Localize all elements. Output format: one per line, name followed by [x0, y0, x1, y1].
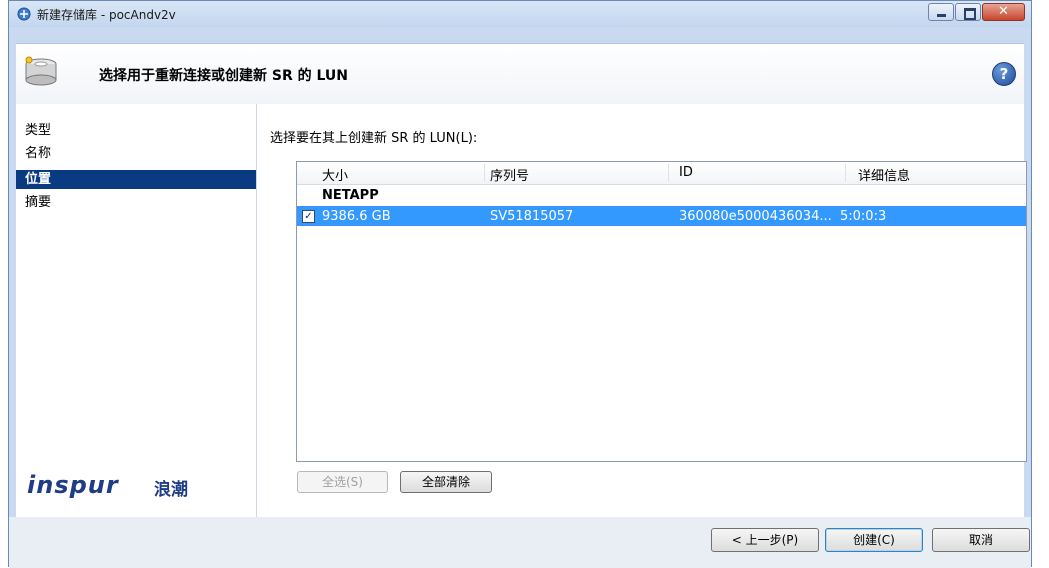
- table-row[interactable]: ✓ 9386.6 GB SV51815057 360080e5000436034…: [297, 206, 1026, 226]
- minimize-button[interactable]: [928, 3, 954, 21]
- step-item-summary[interactable]: 摘要: [25, 193, 256, 212]
- lun-list[interactable]: 大小 序列号 ID 详细信息 NETAPP ✓ 9386.6 GB SV5181…: [296, 161, 1027, 462]
- wizard-steps-sidebar: 类型 名称 位置 摘要 inspur 浪潮: [16, 104, 257, 517]
- column-header-size[interactable]: 大小: [322, 165, 348, 184]
- create-button[interactable]: 创建(C): [825, 528, 923, 552]
- title-bar[interactable]: 新建存储库 - pocAndv2v ✕: [9, 1, 1031, 27]
- column-header-row: 大小 序列号 ID 详细信息: [297, 162, 1026, 185]
- close-button[interactable]: ✕: [982, 3, 1025, 21]
- maximize-button[interactable]: [955, 3, 981, 21]
- select-all-button[interactable]: 全选(S): [297, 471, 388, 493]
- inspur-logo-cn: 浪潮: [154, 480, 188, 500]
- lun-group-header: NETAPP: [297, 185, 1026, 205]
- cell-details: 5:0:0:3: [840, 209, 887, 224]
- window-controls: ✕: [927, 3, 1025, 22]
- back-button[interactable]: < 上一步(P): [711, 528, 819, 552]
- wizard-footer: < 上一步(P) 创建(C) 取消: [9, 517, 1031, 568]
- new-sr-wizard-window: 新建存储库 - pocAndv2v ✕ 选择用于重新连接或创建新 SR 的 LU…: [8, 0, 1032, 568]
- lun-instruction-label: 选择要在其上创建新 SR 的 LUN(L):: [270, 131, 478, 146]
- storage-disk-icon: [25, 56, 57, 86]
- page-title: 选择用于重新连接或创建新 SR 的 LUN: [99, 68, 348, 84]
- step-item-type[interactable]: 类型: [25, 121, 256, 140]
- step-item-name[interactable]: 名称: [25, 144, 256, 163]
- clear-all-button[interactable]: 全部清除: [400, 471, 492, 493]
- inspur-logo: inspur: [27, 471, 119, 499]
- main-panel: 选择要在其上创建新 SR 的 LUN(L): 大小 序列号 ID 详细信息 NE…: [257, 104, 1027, 517]
- maximize-icon: [964, 8, 976, 20]
- cell-id: 360080e5000436034...: [679, 209, 832, 224]
- help-icon[interactable]: ?: [992, 62, 1016, 86]
- column-separator[interactable]: [845, 164, 846, 182]
- cancel-button[interactable]: 取消: [932, 528, 1030, 552]
- wizard-header: 选择用于重新连接或创建新 SR 的 LUN ?: [16, 43, 1024, 106]
- column-header-id[interactable]: ID: [679, 165, 693, 180]
- step-item-location[interactable]: 位置: [16, 170, 256, 189]
- wizard-body: 类型 名称 位置 摘要 inspur 浪潮 选择要在其上创建新 SR 的 LUN…: [16, 104, 1027, 518]
- app-icon: [17, 7, 31, 21]
- column-header-details[interactable]: 详细信息: [858, 165, 910, 184]
- window-title: 新建存储库 - pocAndv2v: [37, 8, 176, 22]
- column-header-serial[interactable]: 序列号: [490, 165, 529, 184]
- lun-checkbox[interactable]: ✓: [302, 210, 315, 223]
- cell-size: 9386.6 GB: [322, 209, 391, 224]
- column-separator[interactable]: [484, 164, 485, 182]
- column-separator[interactable]: [668, 164, 669, 182]
- group-label: NETAPP: [322, 188, 379, 203]
- cell-serial: SV51815057: [490, 209, 574, 224]
- minimize-icon: [937, 14, 946, 17]
- close-icon: ✕: [998, 4, 1009, 19]
